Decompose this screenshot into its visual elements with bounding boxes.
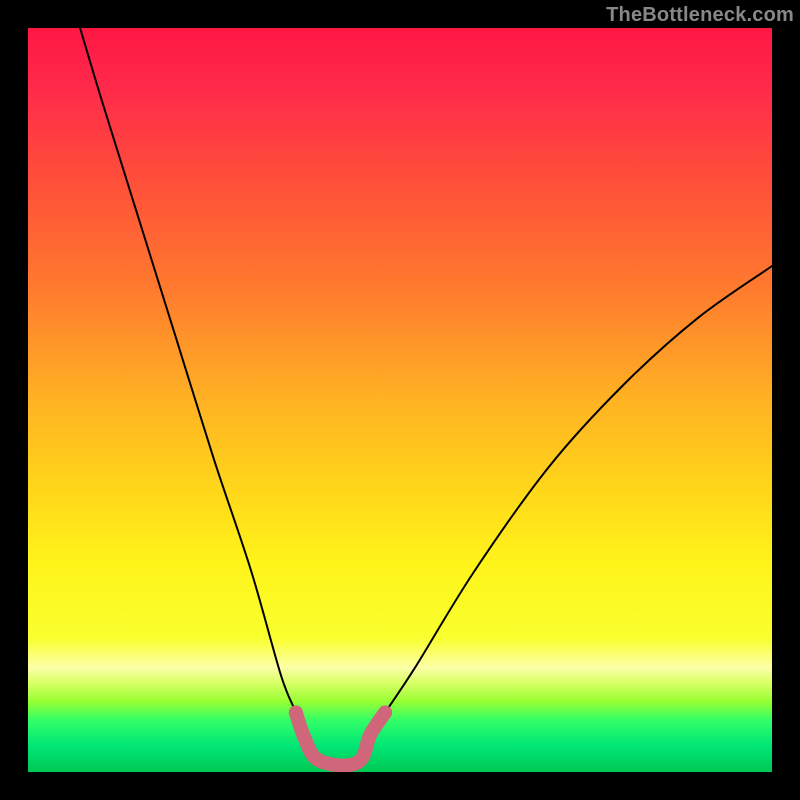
curve-layer bbox=[28, 28, 772, 772]
plot-area bbox=[28, 28, 772, 772]
watermark-label: TheBottleneck.com bbox=[606, 4, 794, 27]
chart-frame: TheBottleneck.com bbox=[0, 0, 800, 800]
optimal-dot-left bbox=[289, 705, 303, 719]
optimal-dot-right bbox=[378, 705, 392, 719]
optimal-range-curve bbox=[296, 712, 385, 765]
bottleneck-curve bbox=[80, 28, 772, 765]
